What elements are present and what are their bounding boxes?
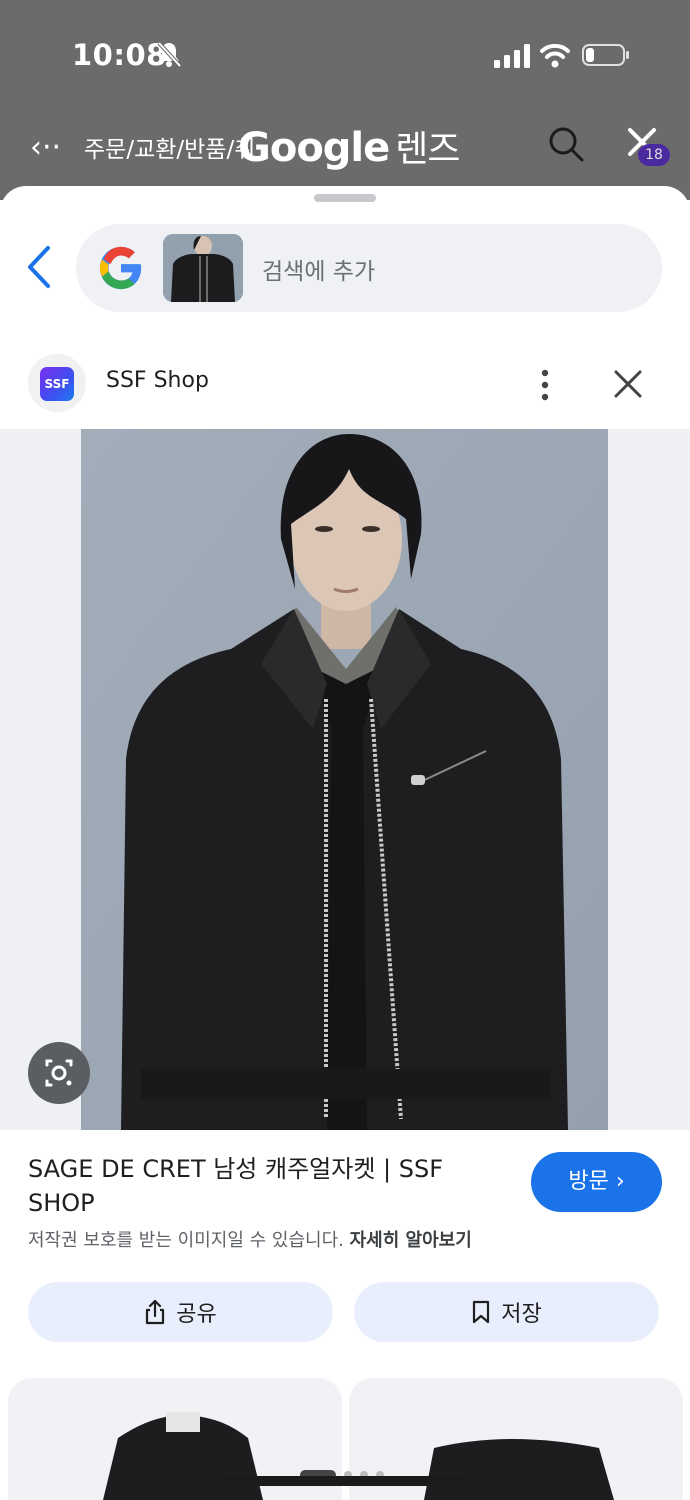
lens-camera-icon xyxy=(45,1059,73,1087)
status-time: 10:08 xyxy=(72,38,167,72)
bell-muted-icon xyxy=(157,41,182,68)
copyright-text: 저작권 보호를 받는 이미지일 수 있습니다. xyxy=(28,1230,344,1251)
bookmark-icon xyxy=(473,1300,490,1324)
wifi-icon xyxy=(540,43,570,68)
product-image[interactable] xyxy=(81,429,608,1130)
share-icon xyxy=(146,1299,165,1325)
search-input[interactable]: 검색에 추가 xyxy=(262,252,375,286)
ssf-logo-icon: SSF xyxy=(40,367,74,401)
result-title[interactable]: SAGE DE CRET 남성 캐주얼자켓 | SSF SHOP xyxy=(28,1152,508,1220)
more-options-icon[interactable] xyxy=(534,368,556,402)
home-indicator[interactable] xyxy=(222,1476,468,1486)
share-button[interactable]: 공유 xyxy=(28,1282,333,1342)
background-page-title: 주문/교환/반품/취 xyxy=(84,137,256,163)
chevron-right-icon: › xyxy=(615,1169,625,1194)
back-chevron-icon[interactable] xyxy=(24,244,56,290)
thumbnail-jacket-image xyxy=(163,234,243,302)
visit-button[interactable]: 방문 › xyxy=(531,1152,662,1212)
save-label: 저장 xyxy=(501,1302,542,1327)
google-logo-icon xyxy=(99,246,142,290)
background-back-icon: ‹·· xyxy=(30,130,62,165)
cart-badge: 18 xyxy=(638,144,670,166)
source-site-name[interactable]: SSF Shop xyxy=(106,368,209,393)
save-button[interactable]: 저장 xyxy=(354,1282,659,1342)
lens-search-button[interactable] xyxy=(28,1042,90,1104)
search-icon xyxy=(549,127,584,162)
google-wordmark: Google xyxy=(238,125,390,171)
share-label: 공유 xyxy=(176,1302,217,1327)
visit-label: 방문 xyxy=(568,1169,609,1194)
signal-icon xyxy=(494,44,530,68)
query-thumbnail[interactable] xyxy=(163,234,243,302)
lens-suffix: 렌즈 xyxy=(395,129,460,170)
copyright-notice: 저작권 보호를 받는 이미지일 수 있습니다. 자세히 알아보기 xyxy=(28,1226,472,1252)
lens-title: Google 렌즈 xyxy=(238,120,461,172)
jacket-model-photo xyxy=(81,429,608,1130)
battery-icon xyxy=(582,44,629,66)
sheet-drag-handle[interactable] xyxy=(314,194,376,202)
learn-more-link[interactable]: 자세히 알아보기 xyxy=(350,1230,472,1251)
close-icon[interactable] xyxy=(612,368,644,400)
